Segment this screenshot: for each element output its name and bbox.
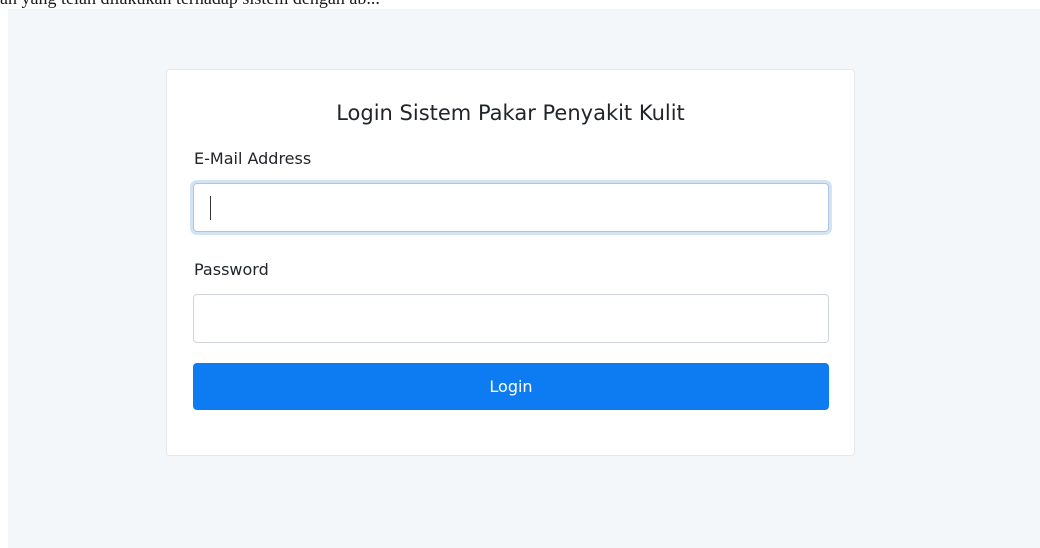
cropped-document-text: an yang telah dilakukan terhadap sistem …	[0, 0, 380, 9]
email-field[interactable]	[193, 183, 829, 232]
login-card: Login Sistem Pakar Penyakit Kulit E-Mail…	[166, 69, 855, 456]
login-button[interactable]: Login	[193, 363, 829, 410]
text-caret	[210, 196, 211, 220]
page-viewport: Login Sistem Pakar Penyakit Kulit E-Mail…	[8, 9, 1040, 548]
password-label: Password	[194, 260, 269, 279]
login-title: Login Sistem Pakar Penyakit Kulit	[336, 101, 685, 125]
password-field[interactable]	[193, 294, 829, 343]
email-label: E-Mail Address	[194, 149, 312, 168]
